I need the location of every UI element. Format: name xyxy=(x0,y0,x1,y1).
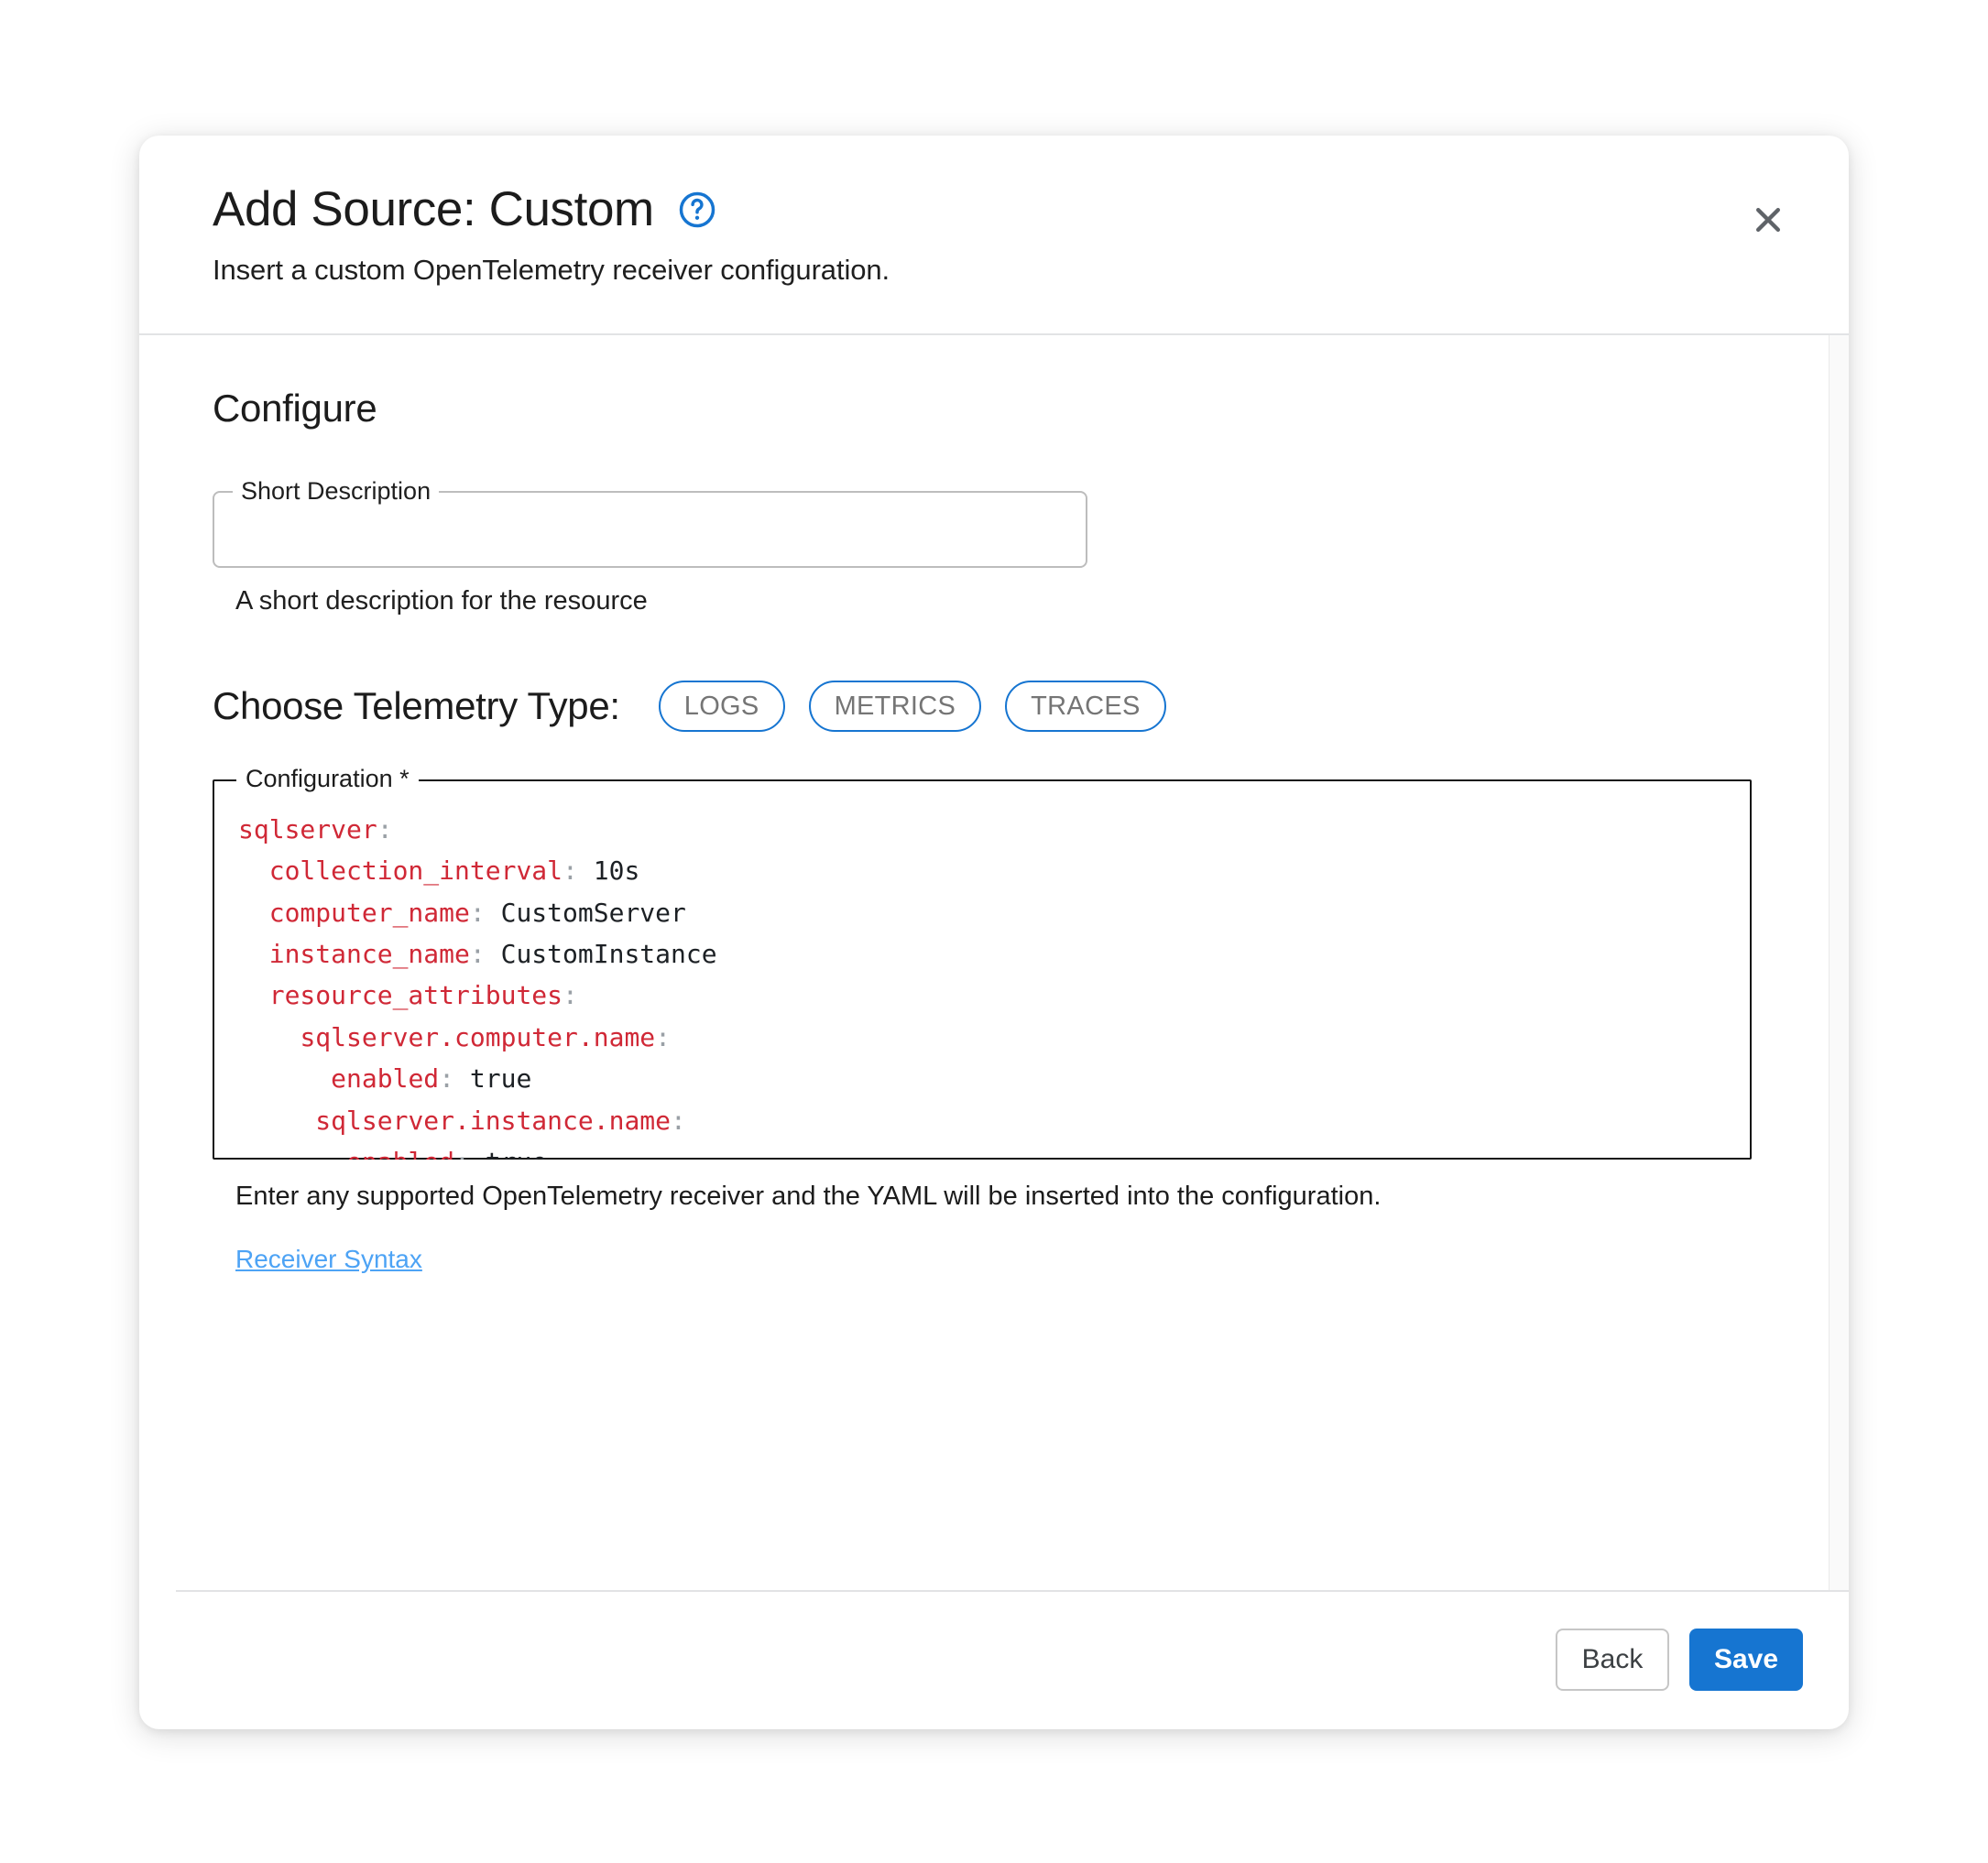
dialog-body-wrap: Configure Short Description A short desc… xyxy=(139,335,1849,1590)
short-description-input[interactable] xyxy=(213,491,1087,568)
dialog-footer: Back Save xyxy=(139,1590,1849,1729)
configuration-code-editor[interactable]: sqlserver: collection_interval: 10s comp… xyxy=(213,779,1752,1160)
page-title: Add Source: Custom xyxy=(213,185,654,234)
telemetry-type-label: Choose Telemetry Type: xyxy=(213,684,620,728)
dialog-body: Configure Short Description A short desc… xyxy=(139,335,1829,1590)
dialog-subtitle: Insert a custom OpenTelemetry receiver c… xyxy=(213,254,1849,287)
help-circle-icon[interactable] xyxy=(678,191,716,229)
configuration-field: Configuration * sqlserver: collection_in… xyxy=(213,779,1752,1160)
telemetry-chip-traces[interactable]: TRACES xyxy=(1005,681,1165,732)
title-row: Add Source: Custom xyxy=(213,185,1849,234)
dialog-header: Add Source: Custom Insert a custom OpenT… xyxy=(139,136,1849,335)
back-button[interactable]: Back xyxy=(1556,1629,1669,1691)
short-description-helper: A short description for the resource xyxy=(235,586,1829,616)
content-scrollbar[interactable] xyxy=(1829,335,1849,1590)
configuration-helper: Enter any supported OpenTelemetry receiv… xyxy=(235,1182,1829,1212)
close-icon xyxy=(1750,202,1786,238)
receiver-syntax-link[interactable]: Receiver Syntax xyxy=(235,1245,422,1274)
short-description-field: Short Description xyxy=(213,491,1087,568)
add-source-dialog: Add Source: Custom Insert a custom OpenT… xyxy=(139,136,1849,1729)
telemetry-type-row: Choose Telemetry Type: LOGS METRICS TRAC… xyxy=(213,681,1829,732)
footer-actions: Back Save xyxy=(1556,1629,1803,1691)
footer-divider xyxy=(176,1590,1849,1592)
section-title-configure: Configure xyxy=(213,387,1829,430)
telemetry-chip-logs[interactable]: LOGS xyxy=(659,681,785,732)
telemetry-chip-metrics[interactable]: METRICS xyxy=(809,681,982,732)
close-button[interactable] xyxy=(1741,192,1796,247)
save-button[interactable]: Save xyxy=(1689,1629,1803,1691)
